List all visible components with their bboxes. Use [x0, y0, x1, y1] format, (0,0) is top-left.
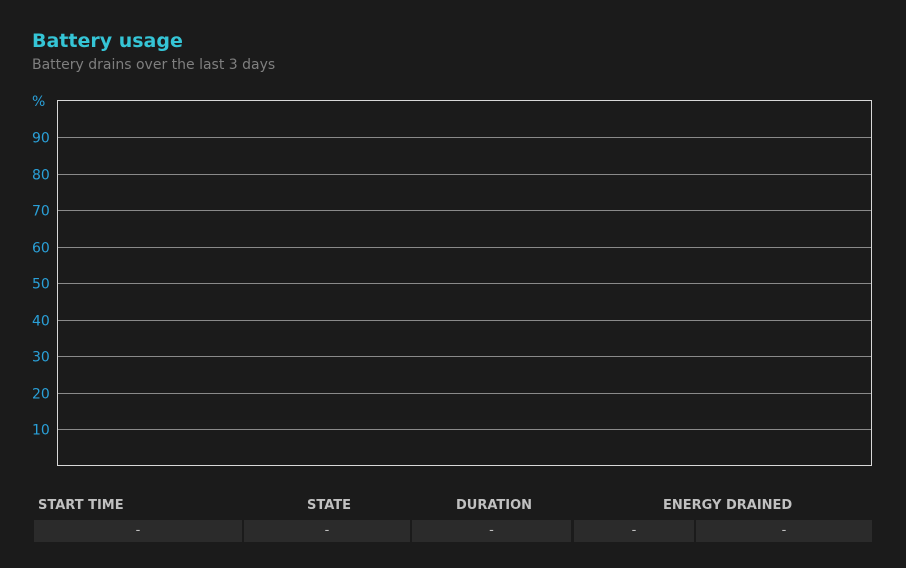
y-tick-label-60: 60 [32, 241, 50, 257]
y-axis-unit-label: % [32, 94, 45, 110]
y-tick-label-90: 90 [32, 131, 50, 147]
table-cell-duration: - [412, 520, 571, 542]
table-row: - - - - - [34, 520, 872, 542]
table-cell-energy-drained-b: - [696, 520, 872, 542]
table-header: START TIME STATE DURATION ENERGY DRAINED [34, 498, 872, 518]
y-tick-label-80: 80 [32, 168, 50, 184]
battery-drain-table: START TIME STATE DURATION ENERGY DRAINED… [34, 498, 872, 542]
table-cell-energy-drained-a: - [574, 520, 694, 542]
column-header-state: STATE [307, 498, 352, 513]
y-tick-label-70: 70 [32, 204, 50, 220]
y-tick-label-20: 20 [32, 387, 50, 403]
column-header-duration: DURATION [456, 498, 533, 513]
column-header-start-time: START TIME [38, 498, 124, 513]
y-tick-label-10: 10 [32, 423, 50, 439]
y-tick-label-50: 50 [32, 277, 50, 293]
table-cell-start-time: - [34, 520, 242, 542]
y-tick-label-40: 40 [32, 314, 50, 330]
battery-chart: 90 80 70 60 50 40 30 20 10 % [32, 94, 872, 466]
table-cell-state: - [244, 520, 410, 542]
y-tick-label-30: 30 [32, 350, 50, 366]
column-header-energy-drained: ENERGY DRAINED [663, 498, 793, 513]
